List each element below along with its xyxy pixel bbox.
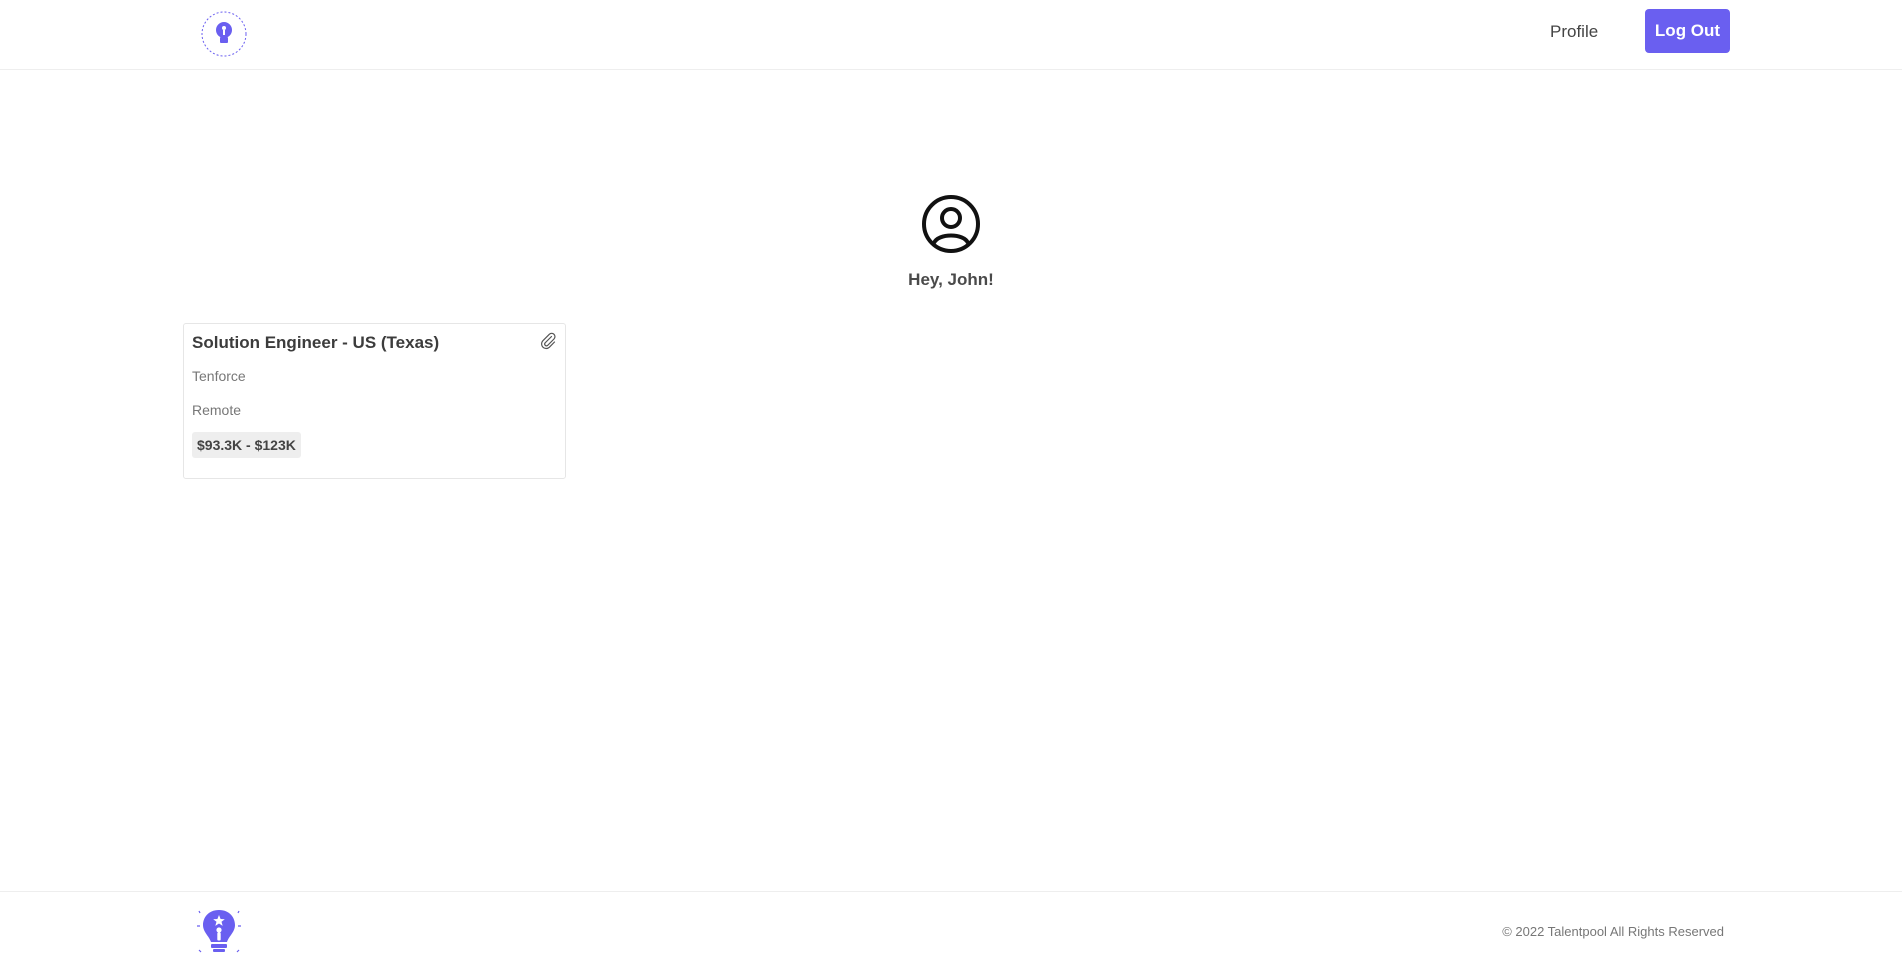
talentpool-logo-icon[interactable]: [199, 9, 249, 59]
job-company: Tenforce: [192, 368, 246, 384]
lightbulb-logo-icon[interactable]: [193, 904, 245, 956]
greeting-text: Hey, John!: [908, 270, 994, 289]
page-footer: © 2022 Talentpool All Rights Reserved: [0, 891, 1902, 968]
job-location: Remote: [192, 402, 242, 418]
paperclip-icon[interactable]: [539, 332, 557, 350]
job-title[interactable]: Solution Engineer - US (Texas): [192, 333, 439, 353]
user-circle-icon: [921, 194, 981, 254]
top-navbar: Profile Log Out: [0, 0, 1902, 70]
nav-profile-link[interactable]: Profile: [1550, 20, 1598, 44]
copyright-text: © 2022 Talentpool All Rights Reserved: [1502, 924, 1724, 939]
job-card[interactable]: Solution Engineer - US (Texas) Tenforce …: [183, 323, 566, 479]
logout-button[interactable]: Log Out: [1645, 9, 1730, 53]
job-salary-badge: $93.3K - $123K: [192, 432, 301, 458]
